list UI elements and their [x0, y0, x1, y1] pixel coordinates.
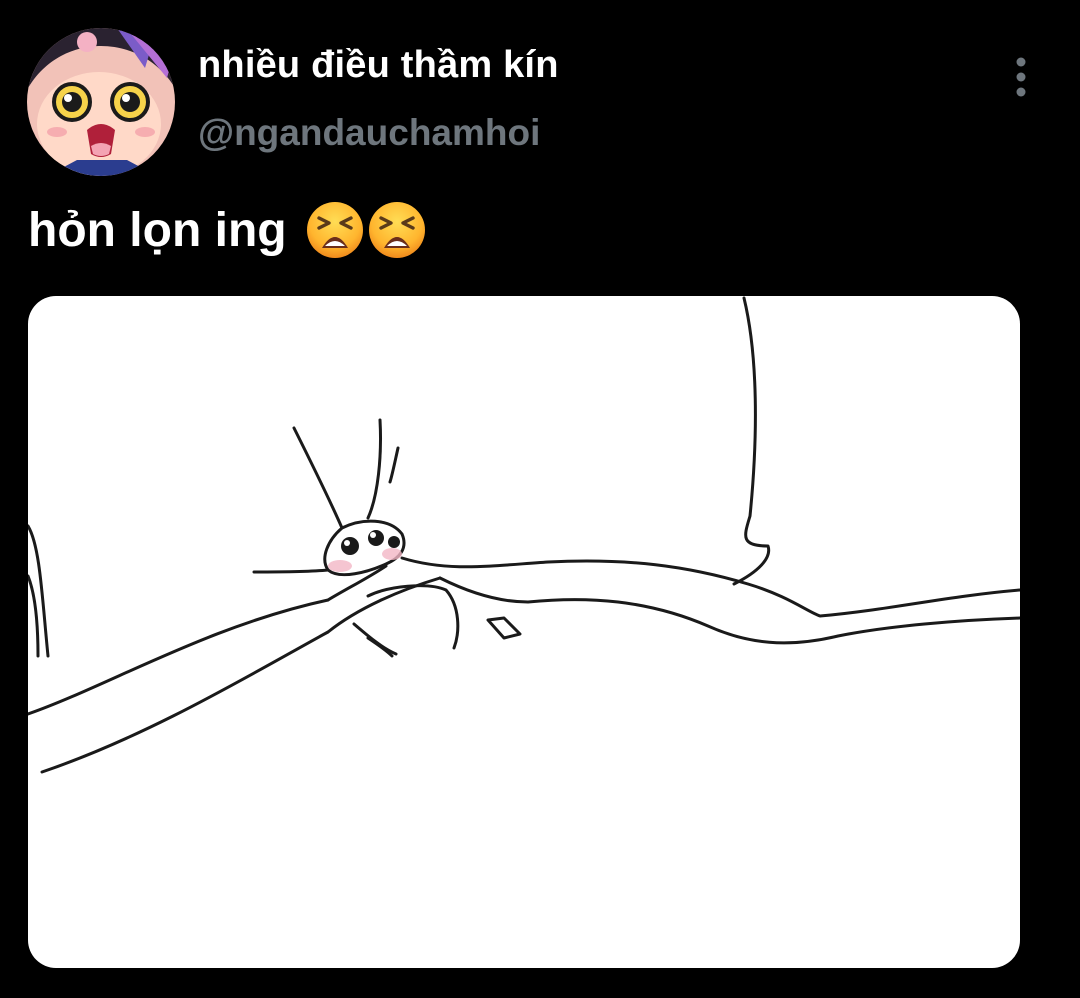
tweet[interactable]: nhiều điều thầm kín @ngandauchamhoi hỏn … [0, 0, 1080, 998]
user-handle[interactable]: @ngandauchamhoi [198, 112, 540, 154]
tweet-text-content: hỏn lọn ing [28, 203, 287, 257]
more-options-button[interactable] [1000, 52, 1042, 102]
doodle-illustration [28, 296, 1020, 774]
tired-face-emoji-icon [368, 202, 425, 258]
tired-face-emoji-icon [306, 202, 363, 258]
display-name[interactable]: nhiều điều thầm kín [198, 44, 559, 87]
tweet-media-image[interactable] [28, 296, 1020, 968]
user-avatar[interactable] [27, 28, 175, 176]
tweet-text: hỏn lọn ing [28, 200, 429, 260]
vertical-ellipsis-icon [1016, 57, 1026, 97]
